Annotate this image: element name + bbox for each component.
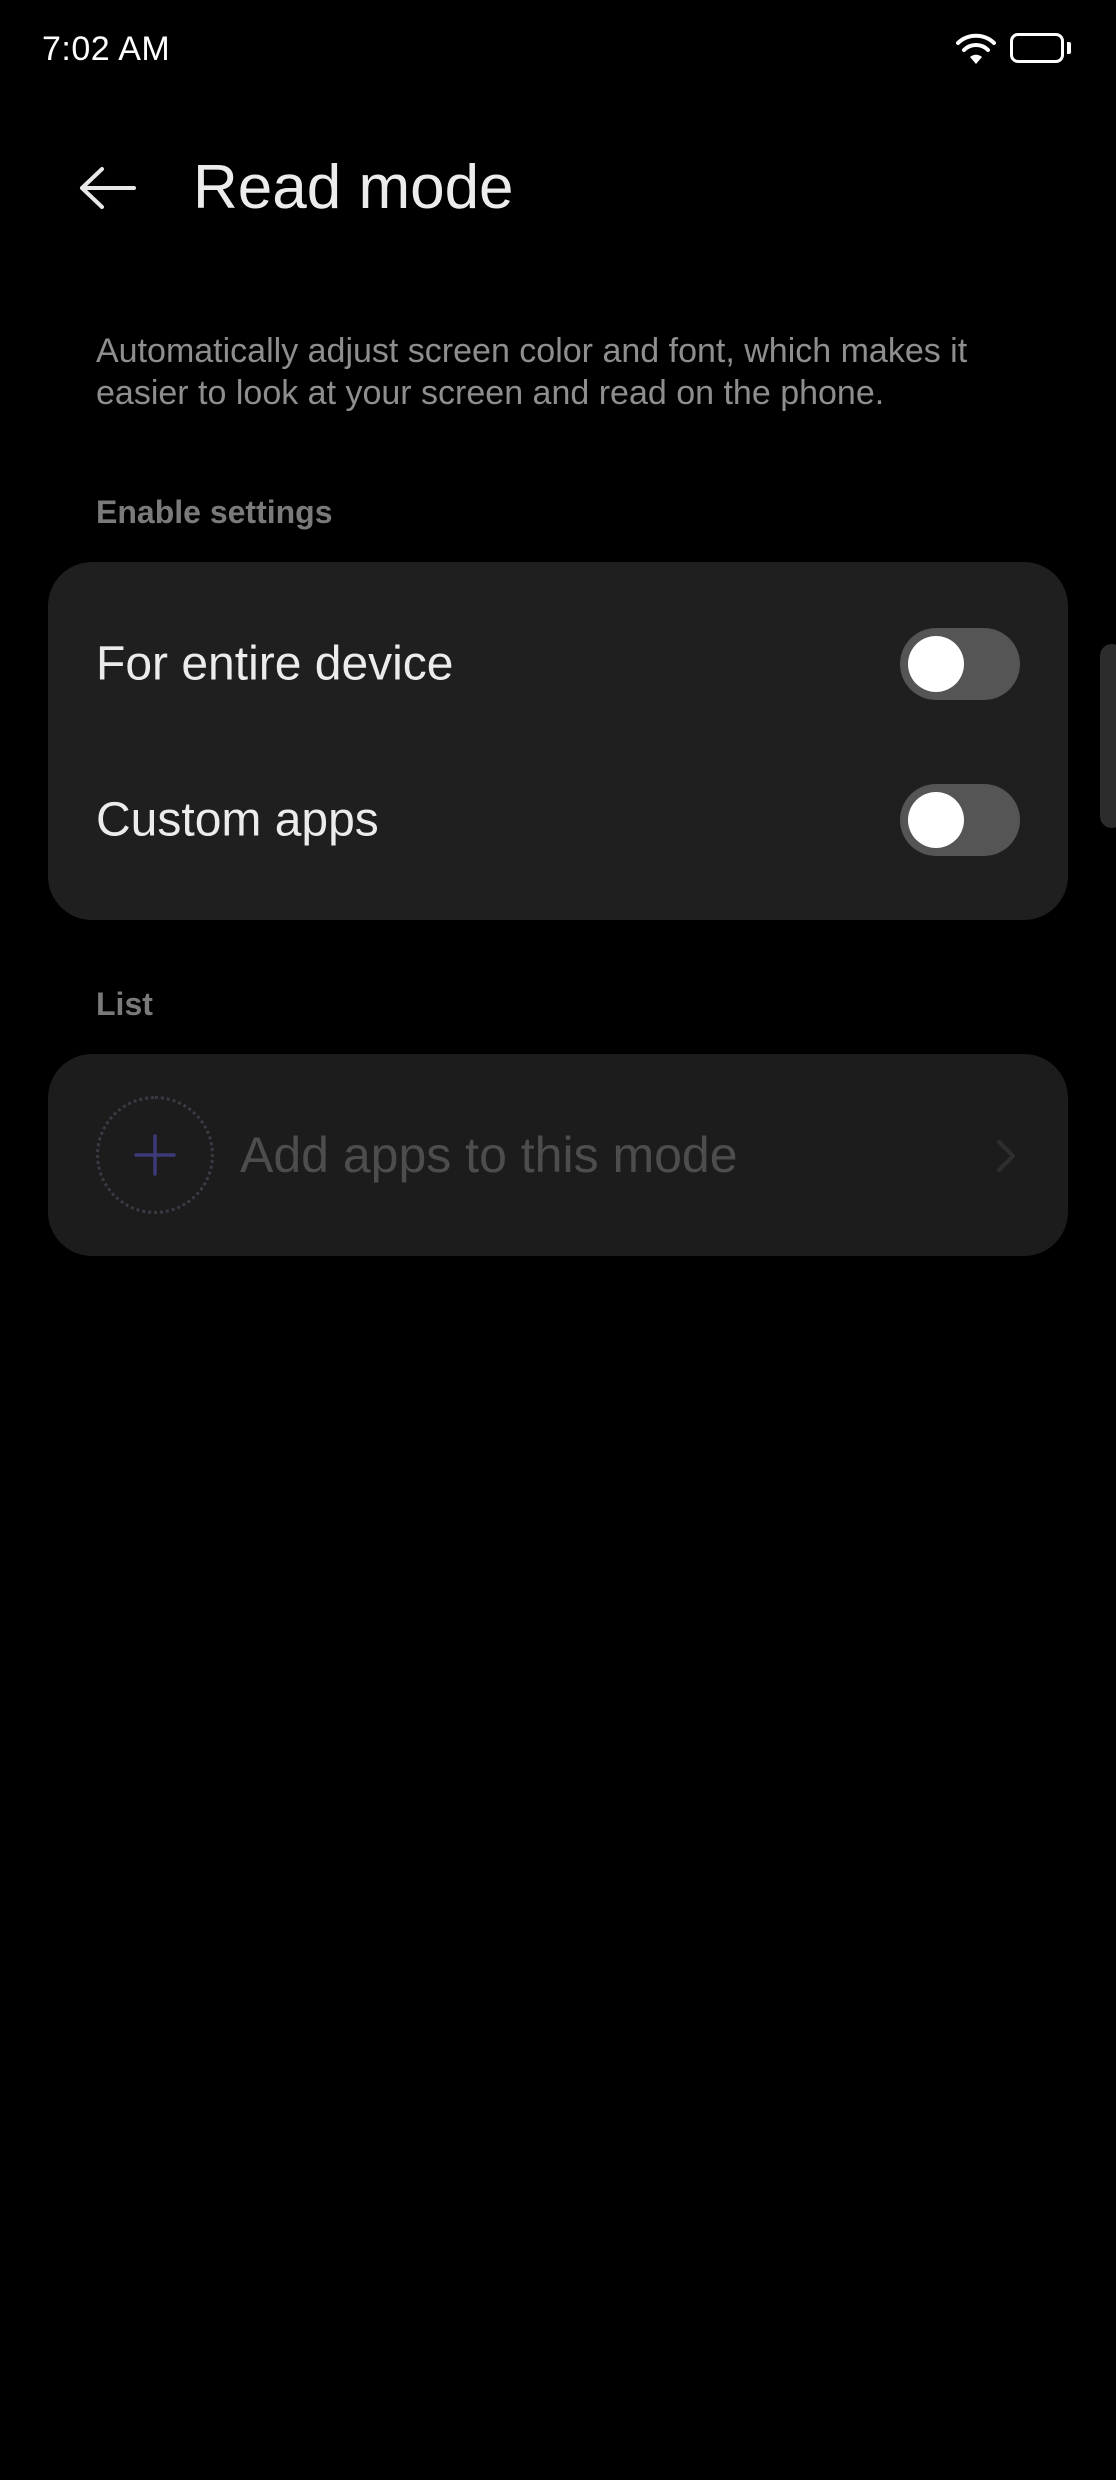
custom-apps-toggle[interactable] — [900, 784, 1020, 856]
edge-panel-handle[interactable] — [1100, 644, 1116, 828]
mode-description: Automatically adjust screen color and fo… — [96, 332, 968, 412]
battery-level: 85 — [1025, 36, 1049, 60]
section-label-list: List — [96, 986, 153, 1022]
chevron-right-icon — [997, 1140, 1015, 1172]
wifi-icon — [956, 33, 996, 64]
setting-label: For entire device — [96, 637, 454, 691]
add-apps-button[interactable]: Add apps to this mode — [48, 1054, 1068, 1256]
toggle-knob — [908, 792, 964, 848]
apps-list-card: Add apps to this mode — [48, 1054, 1068, 1256]
setting-row-entire-device[interactable]: For entire device — [48, 586, 1068, 742]
entire-device-toggle[interactable] — [900, 628, 1020, 700]
battery-icon: 85 — [1010, 33, 1072, 65]
back-button[interactable] — [60, 140, 156, 236]
status-bar: 7:02 AM 85 — [0, 0, 1116, 100]
section-label-enable-settings: Enable settings — [96, 494, 333, 530]
toggle-knob — [908, 636, 964, 692]
setting-row-custom-apps[interactable]: Custom apps — [48, 742, 1068, 898]
setting-label: Custom apps — [96, 793, 379, 847]
add-icon-circle — [96, 1096, 214, 1214]
enable-settings-card: For entire device Custom apps — [48, 562, 1068, 920]
arrow-left-icon — [80, 167, 136, 209]
plus-icon — [134, 1134, 176, 1176]
page-title: Read mode — [193, 153, 514, 222]
add-apps-label: Add apps to this mode — [240, 1127, 738, 1183]
status-time: 7:02 AM — [42, 30, 171, 68]
